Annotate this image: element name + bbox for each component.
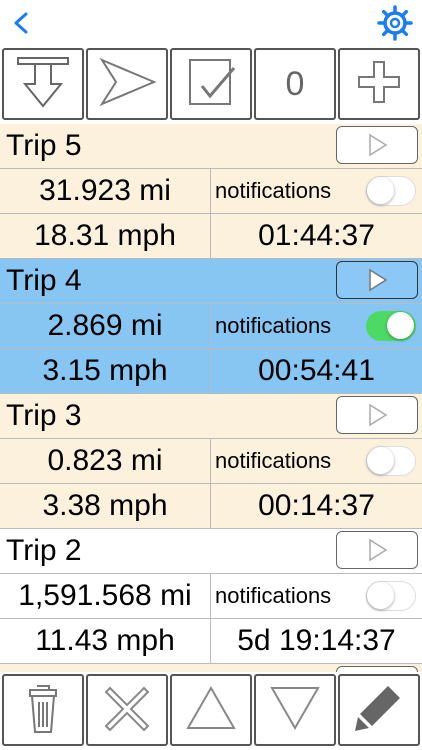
- trash-icon: [12, 678, 74, 743]
- play-button[interactable]: [336, 396, 418, 434]
- notifications-toggle[interactable]: [366, 446, 416, 476]
- delete-button[interactable]: [2, 674, 84, 746]
- play-icon: [369, 133, 388, 157]
- notifications-cell: notifications: [210, 304, 422, 348]
- trip-list: Trip 5 31.923 mi notifications 18.31 mph…: [0, 124, 422, 672]
- trip-header[interactable]: Trip 3: [0, 394, 422, 439]
- move-up-button[interactable]: [170, 674, 252, 746]
- navigation-bar: [0, 0, 422, 46]
- trip-distance: 1,591.568 mi: [18, 579, 192, 612]
- trip-duration: 00:14:37: [210, 484, 422, 528]
- pencil-edit-icon: [348, 678, 410, 743]
- notifications-label: notifications: [215, 448, 332, 473]
- selected-count: 0: [285, 64, 305, 103]
- notifications-label: notifications: [215, 583, 332, 608]
- checkbox-icon: [180, 54, 242, 115]
- trip-header[interactable]: [0, 664, 422, 672]
- notifications-toggle[interactable]: [366, 311, 416, 341]
- trip-name: Trip 3: [6, 399, 82, 432]
- edit-button[interactable]: [338, 674, 420, 746]
- trip-speed: 3.38 mph: [42, 489, 168, 522]
- send-button[interactable]: [86, 48, 168, 120]
- gear-icon[interactable]: [376, 4, 414, 42]
- notifications-cell: notifications: [210, 439, 422, 483]
- plus-icon: [348, 54, 410, 115]
- trip-duration: 00:54:41: [210, 349, 422, 393]
- trip-duration: 5d 19:14:37: [210, 619, 422, 663]
- trip-header[interactable]: Trip 5: [0, 124, 422, 169]
- trip-speed: 3.15 mph: [42, 354, 168, 387]
- selected-count-button[interactable]: 0: [254, 48, 336, 120]
- chevron-left-icon[interactable]: [8, 6, 36, 40]
- cancel-button[interactable]: [86, 674, 168, 746]
- send-paper-plane-icon: [96, 54, 158, 115]
- play-icon: [369, 403, 388, 427]
- trip-name: Trip 4: [6, 264, 82, 297]
- trip-distance: 31.923 mi: [39, 174, 171, 207]
- trip-item-selected[interactable]: Trip 4 2.869 mi notifications 3.15 mph 0…: [0, 259, 422, 394]
- trip-item[interactable]: Trip 5 31.923 mi notifications 18.31 mph…: [0, 124, 422, 259]
- trip-name: Trip 2: [6, 534, 82, 567]
- trip-speed: 18.31 mph: [34, 219, 176, 252]
- notifications-cell: notifications: [210, 574, 422, 618]
- close-x-icon: [96, 678, 158, 743]
- play-button[interactable]: [336, 531, 418, 569]
- trip-distance: 2.869 mi: [47, 309, 163, 342]
- trip-duration: 01:44:37: [210, 214, 422, 258]
- notifications-toggle[interactable]: [366, 176, 416, 206]
- notifications-toggle[interactable]: [366, 581, 416, 611]
- play-icon: [369, 538, 388, 562]
- trip-header[interactable]: Trip 4: [0, 259, 422, 304]
- play-button[interactable]: [336, 126, 418, 164]
- trip-speed: 11.43 mph: [35, 624, 175, 657]
- import-arrow-down-icon: [12, 54, 74, 115]
- play-icon: [369, 268, 388, 292]
- notifications-label: notifications: [215, 178, 332, 203]
- notifications-label: notifications: [215, 313, 332, 338]
- select-button[interactable]: [170, 48, 252, 120]
- move-up-triangle-icon: [180, 678, 242, 743]
- trip-item-partial[interactable]: [0, 664, 422, 672]
- trip-distance: 0.823 mi: [47, 444, 163, 477]
- move-down-button[interactable]: [254, 674, 336, 746]
- move-down-triangle-icon: [264, 678, 326, 743]
- trip-header[interactable]: Trip 2: [0, 529, 422, 574]
- trip-item[interactable]: Trip 2 1,591.568 mi notifications 11.43 …: [0, 529, 422, 664]
- trip-item[interactable]: Trip 3 0.823 mi notifications 3.38 mph 0…: [0, 394, 422, 529]
- top-toolbar: 0: [0, 46, 422, 124]
- bottom-toolbar: [0, 672, 422, 750]
- notifications-cell: notifications: [210, 169, 422, 213]
- add-trip-button[interactable]: [338, 48, 420, 120]
- trip-name: Trip 5: [6, 129, 82, 162]
- import-button[interactable]: [2, 48, 84, 120]
- play-button[interactable]: [336, 261, 418, 299]
